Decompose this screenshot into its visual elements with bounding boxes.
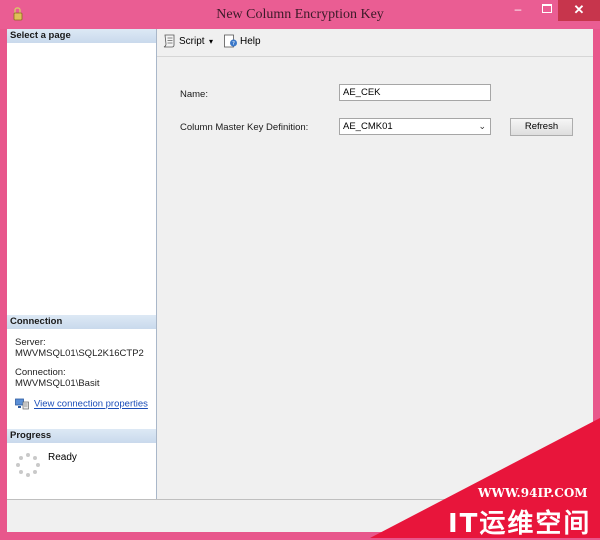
refresh-button[interactable]: Refresh xyxy=(510,118,573,136)
progress-header: Progress xyxy=(7,429,156,443)
watermark-url: WWW.94IP.COM xyxy=(478,486,588,500)
select-page-header: Select a page xyxy=(7,29,156,43)
connection-value: MWVMSQL01\Basit xyxy=(15,378,100,389)
connection-label: Connection: xyxy=(15,367,66,378)
server-label: Server: xyxy=(15,337,46,348)
help-button[interactable]: ? Help xyxy=(223,34,261,50)
script-dropdown-arrow[interactable]: ▾ xyxy=(209,34,213,50)
cmk-definition-select[interactable]: AE_CMK01 ⌄ xyxy=(339,118,491,135)
maximize-icon xyxy=(542,3,552,13)
connection-properties-icon xyxy=(15,398,29,410)
minimize-button[interactable]: – xyxy=(504,0,532,21)
watermark-text: IT运维空间 xyxy=(448,509,592,539)
chevron-down-icon: ▾ xyxy=(209,37,214,46)
cmk-definition-label: Column Master Key Definition: xyxy=(180,122,309,133)
script-icon xyxy=(162,34,177,48)
help-label: Help xyxy=(240,36,261,47)
name-input[interactable] xyxy=(339,84,491,101)
view-connection-properties: View connection properties xyxy=(15,398,148,410)
maximize-button[interactable] xyxy=(533,0,561,21)
chevron-down-icon: ⌄ xyxy=(478,121,486,131)
view-connection-properties-link[interactable]: View connection properties xyxy=(34,399,148,410)
script-label: Script xyxy=(179,36,205,47)
close-button[interactable]: ✕ xyxy=(558,0,600,21)
title-bar: New Column Encryption Key – ✕ xyxy=(0,0,600,29)
name-label: Name: xyxy=(180,89,208,100)
svg-text:?: ? xyxy=(232,41,235,47)
connection-header: Connection xyxy=(7,315,156,329)
toolbar: Script ▾ ? Help xyxy=(157,29,593,57)
script-button[interactable]: Script xyxy=(162,34,205,50)
cmk-selected-value: AE_CMK01 xyxy=(343,121,393,132)
help-icon: ? xyxy=(223,34,238,48)
minimize-icon: – xyxy=(514,2,522,16)
server-value: MWVMSQL01\SQL2K16CTP2 xyxy=(15,348,144,359)
progress-spinner-icon xyxy=(15,452,41,478)
progress-status: Ready xyxy=(48,452,77,463)
close-icon: ✕ xyxy=(573,2,585,17)
left-pane: Select a page Connection Server: MWVMSQL… xyxy=(7,29,157,499)
